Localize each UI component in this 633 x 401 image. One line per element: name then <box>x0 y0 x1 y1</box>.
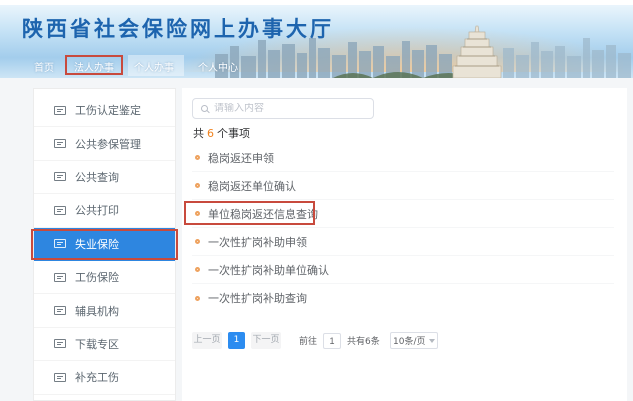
sidebar-item-label: 下载专区 <box>75 336 119 352</box>
sidebar-item-work-injury-insurance[interactable]: 工伤保险 <box>34 261 175 294</box>
menu-card-icon <box>54 139 66 148</box>
service-item-label: 一次性扩岗补助申领 <box>208 234 307 250</box>
sidebar-item-supplementary-work-injury[interactable]: 补充工伤 <box>34 361 175 394</box>
sidebar-item-unemployment-insurance[interactable]: 失业保险 <box>34 228 175 261</box>
summary-prefix: 共 <box>193 127 204 140</box>
prev-page-button[interactable]: 上一页 <box>192 332 222 349</box>
menu-card-icon <box>54 106 66 115</box>
service-list: 稳岗返还申领 稳岗返还单位确认 单位稳岗返还信息查询 一次性扩岗补助申领 一次性… <box>192 144 614 312</box>
pagination: 上一页 1 下一页 前往 共有6条 10条/页 <box>192 332 438 349</box>
search-icon <box>201 105 208 112</box>
page: 陕西省社会保险网上办事大厅 首页 法人办事 个人办事 个人中心 工伤认定鉴定 公… <box>0 0 633 401</box>
page-size-select[interactable]: 10条/页 <box>390 332 438 349</box>
pagoda-icon <box>453 26 501 78</box>
service-item-unit-stable-post-return-query[interactable]: 单位稳岗返还信息查询 <box>192 200 614 228</box>
menu-card-icon <box>54 306 66 315</box>
service-item-onetime-subsidy-query[interactable]: 一次性扩岗补助查询 <box>192 284 614 312</box>
sidebar-item-label: 公共打印 <box>75 202 119 218</box>
sidebar-item-label: 补充工伤 <box>75 369 119 385</box>
service-item-label: 一次性扩岗补助查询 <box>208 290 307 306</box>
sidebar-item-label: 公共参保管理 <box>75 136 141 152</box>
page-title: 陕西省社会保险网上办事大厅 <box>22 13 334 43</box>
sidebar-item-public-insurance-mgmt[interactable]: 公共参保管理 <box>34 127 175 160</box>
sidebar-item-label: 工伤保险 <box>75 269 119 285</box>
service-item-stable-post-return-confirm[interactable]: 稳岗返还单位确认 <box>192 172 614 200</box>
menu-card-icon <box>54 339 66 348</box>
sidebar-item-label: 失业保险 <box>75 236 119 252</box>
tab-personal-center[interactable]: 个人中心 <box>198 59 238 74</box>
tab-legal-services[interactable]: 法人办事 <box>74 59 114 74</box>
sidebar-item-label: 辅具机构 <box>75 303 119 319</box>
menu-card-icon <box>54 172 66 181</box>
goto-label: 前往 <box>299 334 317 347</box>
sidebar-item-work-injury-appraisal[interactable]: 工伤认定鉴定 <box>34 94 175 127</box>
current-page-button[interactable]: 1 <box>228 332 245 349</box>
search-box[interactable] <box>192 98 374 119</box>
menu-card-icon <box>54 373 66 382</box>
menu-card-icon <box>54 239 66 248</box>
service-item-label: 一次性扩岗补助单位确认 <box>208 262 329 278</box>
main-panel: 共6个事项 稳岗返还申领 稳岗返还单位确认 单位稳岗返还信息查询 一次性扩岗补助… <box>182 88 627 401</box>
search-input[interactable] <box>214 103 359 114</box>
bullet-icon <box>195 296 200 301</box>
bullet-icon <box>195 239 200 244</box>
chevron-down-icon <box>429 339 435 343</box>
service-item-label: 单位稳岗返还信息查询 <box>208 206 318 222</box>
summary-suffix: 个事项 <box>217 127 250 140</box>
service-item-label: 稳岗返还申领 <box>208 150 274 166</box>
sidebar-item-download-zone[interactable]: 下载专区 <box>34 328 175 361</box>
service-item-onetime-subsidy-confirm[interactable]: 一次性扩岗补助单位确认 <box>192 256 614 284</box>
service-item-onetime-subsidy-apply[interactable]: 一次性扩岗补助申领 <box>192 228 614 256</box>
service-item-stable-post-return-apply[interactable]: 稳岗返还申领 <box>192 144 614 172</box>
next-page-button[interactable]: 下一页 <box>251 332 281 349</box>
summary-count: 6 <box>207 127 214 140</box>
bullet-icon <box>195 211 200 216</box>
menu-card-icon <box>54 206 66 215</box>
item-count-summary: 共6个事项 <box>193 125 250 141</box>
sidebar-item-assistive-device-org[interactable]: 辅具机构 <box>34 294 175 327</box>
goto-page-input[interactable] <box>323 333 341 349</box>
menu-card-icon <box>54 273 66 282</box>
total-records-label: 共有6条 <box>347 334 380 347</box>
sidebar-item-label: 工伤认定鉴定 <box>75 102 141 118</box>
tab-personal-services[interactable]: 个人办事 <box>134 59 174 74</box>
bullet-icon <box>195 267 200 272</box>
page-size-value: 10条/页 <box>393 334 426 347</box>
service-item-label: 稳岗返还单位确认 <box>208 178 296 194</box>
sidebar-item-label: 公共查询 <box>75 169 119 185</box>
sidebar-item-public-query[interactable]: 公共查询 <box>34 161 175 194</box>
sidebar-item-public-print[interactable]: 公共打印 <box>34 194 175 227</box>
sidebar-menu: 工伤认定鉴定 公共参保管理 公共查询 公共打印 失业保险 工伤保险 辅具机构 <box>33 88 176 401</box>
bullet-icon <box>195 155 200 160</box>
tab-home[interactable]: 首页 <box>34 59 54 74</box>
bullet-icon <box>195 183 200 188</box>
